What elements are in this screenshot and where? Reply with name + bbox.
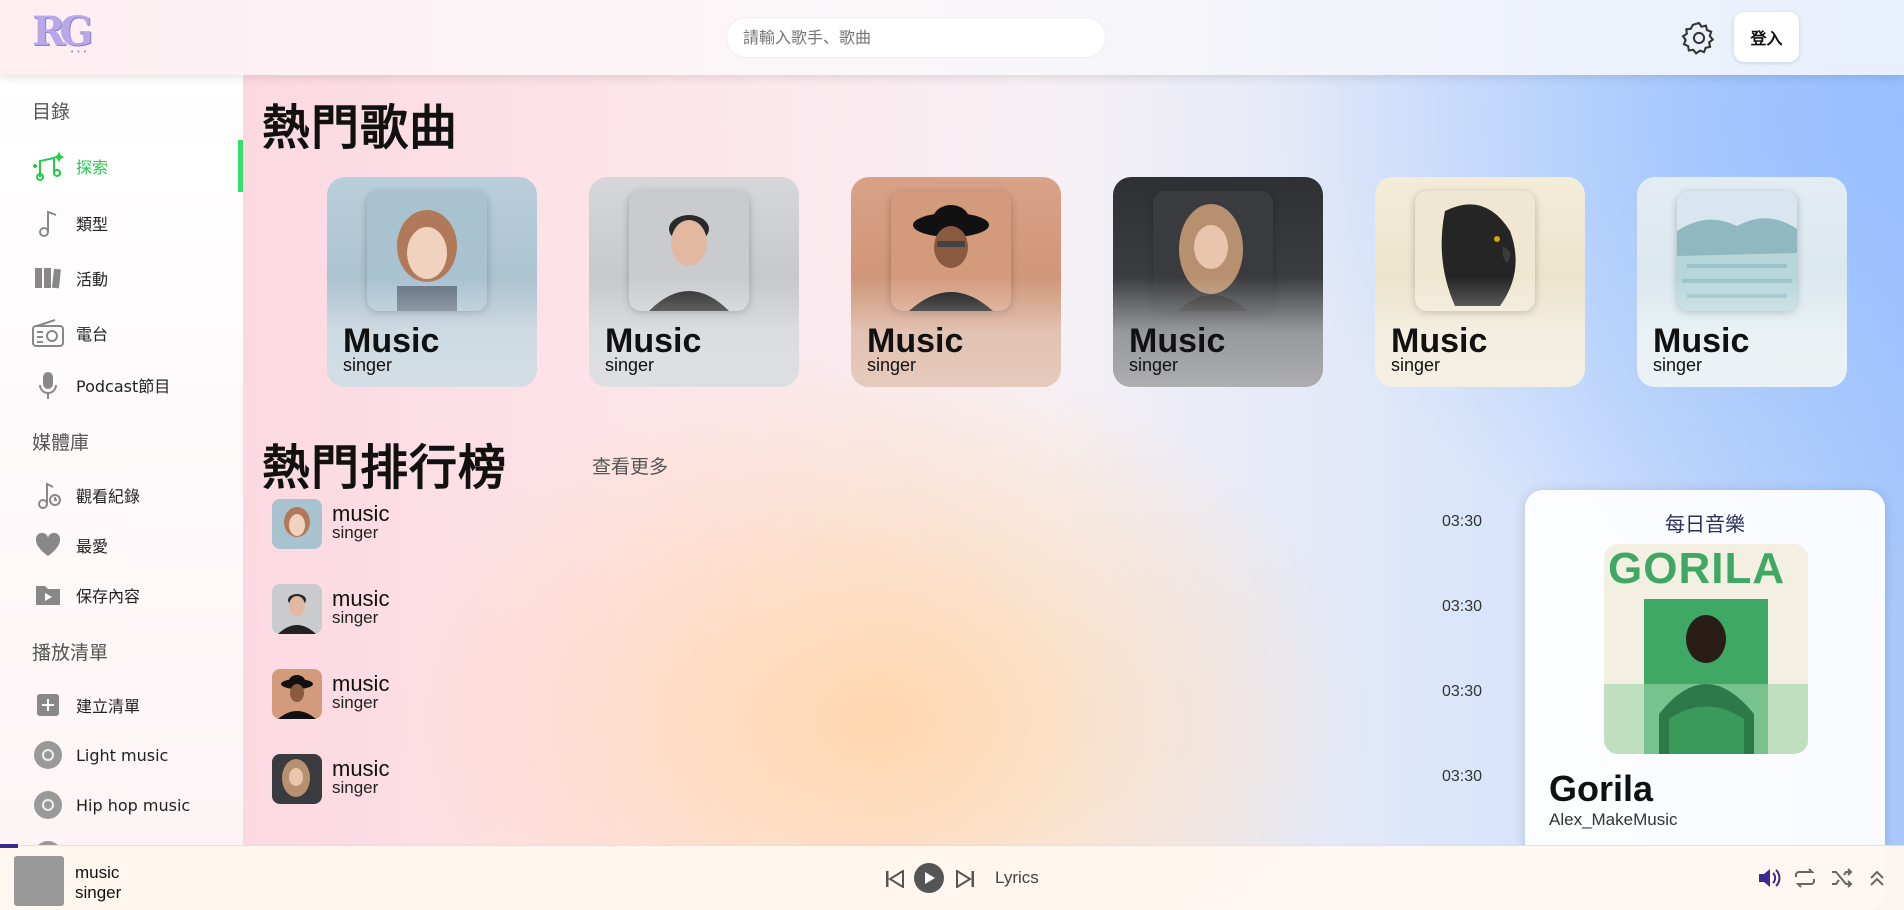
sidebar-item-label: 探索 xyxy=(76,158,109,177)
chart-row[interactable]: music singer 03:30 xyxy=(272,669,1482,721)
daily-song-name: Gorila xyxy=(1549,768,1654,809)
sidebar-item-radio[interactable]: 電台 xyxy=(0,307,243,359)
sidebar-item-podcast[interactable]: Podcast節目 xyxy=(0,359,243,411)
sidebar-item-label: Hip hop music xyxy=(76,795,191,815)
song-card[interactable]: Music singer xyxy=(1637,177,1847,387)
disc-icon xyxy=(31,738,65,772)
volume-icon[interactable] xyxy=(1757,866,1783,890)
music-notes-icon xyxy=(31,149,65,183)
lyrics-button[interactable]: Lyrics xyxy=(995,868,1039,888)
row-thumbnail xyxy=(272,584,322,634)
sidebar-item-history[interactable]: 觀看紀錄 xyxy=(0,469,243,521)
card-subtitle: singer xyxy=(605,355,655,375)
sidebar-item-label: Podcast節目 xyxy=(76,377,171,396)
daily-artist: Alex_MakeMusic xyxy=(1549,810,1678,829)
row-thumbnail xyxy=(272,669,322,719)
sidebar-item-label: 活動 xyxy=(76,270,109,289)
song-card[interactable]: Music singer xyxy=(589,177,799,387)
row-singer: singer xyxy=(332,523,379,542)
song-card[interactable]: Music singer xyxy=(1375,177,1585,387)
sidebar-item-label: 保存內容 xyxy=(76,587,141,606)
daily-cover-art: GORILA xyxy=(1604,544,1808,754)
history-note-icon xyxy=(31,478,65,512)
see-more-link[interactable]: 查看更多 xyxy=(592,452,668,479)
chart-row[interactable]: music singer 03:30 xyxy=(272,499,1482,551)
logo-sub: • • • xyxy=(70,48,87,56)
charts-title: 熱門排行榜 xyxy=(262,440,508,496)
sidebar-item-label: 觀看紀錄 xyxy=(76,487,141,506)
sidebar-item-label: 建立清單 xyxy=(76,697,141,716)
chart-row[interactable]: music singer 03:30 xyxy=(272,754,1482,806)
now-playing-title: music xyxy=(75,863,120,882)
top-header: RG • • • 登入 xyxy=(0,0,1904,75)
sidebar-item-light-music[interactable]: Light music xyxy=(0,729,243,781)
music-note-icon xyxy=(31,206,65,240)
chart-row[interactable]: music singer 03:30 xyxy=(272,584,1482,636)
playback-progress[interactable] xyxy=(0,844,18,848)
add-square-icon xyxy=(31,688,65,722)
expand-up-icon[interactable] xyxy=(1866,866,1888,890)
playlist-heading: 播放清單 xyxy=(32,642,109,664)
disc-icon xyxy=(31,838,65,845)
sidebar-item-hip-hop-music[interactable]: Hip hop music xyxy=(0,779,243,831)
now-playing-singer: singer xyxy=(75,883,122,902)
sidebar-item-explore[interactable]: 探索 xyxy=(0,140,243,192)
row-singer: singer xyxy=(332,608,379,627)
sidebar-item-label: 類型 xyxy=(76,215,109,234)
now-playing-thumbnail xyxy=(14,856,64,906)
folder-icon xyxy=(31,578,65,612)
card-subtitle: singer xyxy=(1391,355,1441,375)
play-button[interactable] xyxy=(914,863,944,893)
next-track-icon[interactable] xyxy=(954,868,976,890)
card-subtitle: singer xyxy=(1129,355,1179,375)
row-duration: 03:30 xyxy=(1441,513,1482,530)
sidebar-item-genre[interactable]: 類型 xyxy=(0,197,243,249)
sidebar-item-label: 電台 xyxy=(76,325,109,344)
shuffle-icon[interactable] xyxy=(1830,866,1854,890)
sidebar-item-favorites[interactable]: 最愛 xyxy=(0,519,243,571)
row-singer: singer xyxy=(332,693,379,712)
login-button[interactable]: 登入 xyxy=(1734,12,1799,62)
sidebar-item-label: Light music xyxy=(76,745,169,765)
microphone-icon xyxy=(31,368,65,402)
daily-heading: 每日音樂 xyxy=(1665,512,1745,536)
player-bar: music singer Lyrics xyxy=(0,844,1904,910)
heart-icon xyxy=(31,528,65,562)
row-duration: 03:30 xyxy=(1441,768,1482,785)
radio-icon xyxy=(31,316,65,350)
card-subtitle: singer xyxy=(867,355,917,375)
row-duration: 03:30 xyxy=(1441,598,1482,615)
sidebar-item-events[interactable]: 活動 xyxy=(0,252,243,304)
library-heading: 媒體庫 xyxy=(32,432,90,454)
row-singer: singer xyxy=(332,778,379,797)
row-thumbnail xyxy=(272,754,322,804)
daily-cover-text: GORILA xyxy=(1608,544,1786,593)
repeat-icon[interactable] xyxy=(1793,866,1817,890)
sidebar-item-saved[interactable]: 保存內容 xyxy=(0,569,243,621)
song-card[interactable]: Music singer xyxy=(1113,177,1323,387)
song-card[interactable]: Music singer xyxy=(327,177,537,387)
song-card[interactable]: Music singer xyxy=(851,177,1061,387)
card-subtitle: singer xyxy=(1653,355,1703,375)
sidebar: 目錄 探索 類型 活動 電台 Podcast節目 媒體庫 觀看紀錄 最愛 保存內… xyxy=(0,75,243,845)
search-input[interactable] xyxy=(726,17,1106,58)
sidebar-item-partial[interactable] xyxy=(0,829,243,845)
row-thumbnail xyxy=(272,499,322,549)
row-duration: 03:30 xyxy=(1441,683,1482,700)
sidebar-item-create-playlist[interactable]: 建立清單 xyxy=(0,679,243,731)
settings-gear-icon[interactable] xyxy=(1680,19,1718,57)
catalog-heading: 目錄 xyxy=(32,101,71,123)
sidebar-item-label: 最愛 xyxy=(76,537,109,556)
previous-track-icon[interactable] xyxy=(884,868,906,890)
library-bars-icon xyxy=(31,261,65,295)
card-subtitle: singer xyxy=(343,355,393,375)
hot-songs-title: 熱門歌曲 xyxy=(262,100,459,156)
app-logo[interactable]: RG • • • xyxy=(32,8,102,58)
disc-icon xyxy=(31,788,65,822)
